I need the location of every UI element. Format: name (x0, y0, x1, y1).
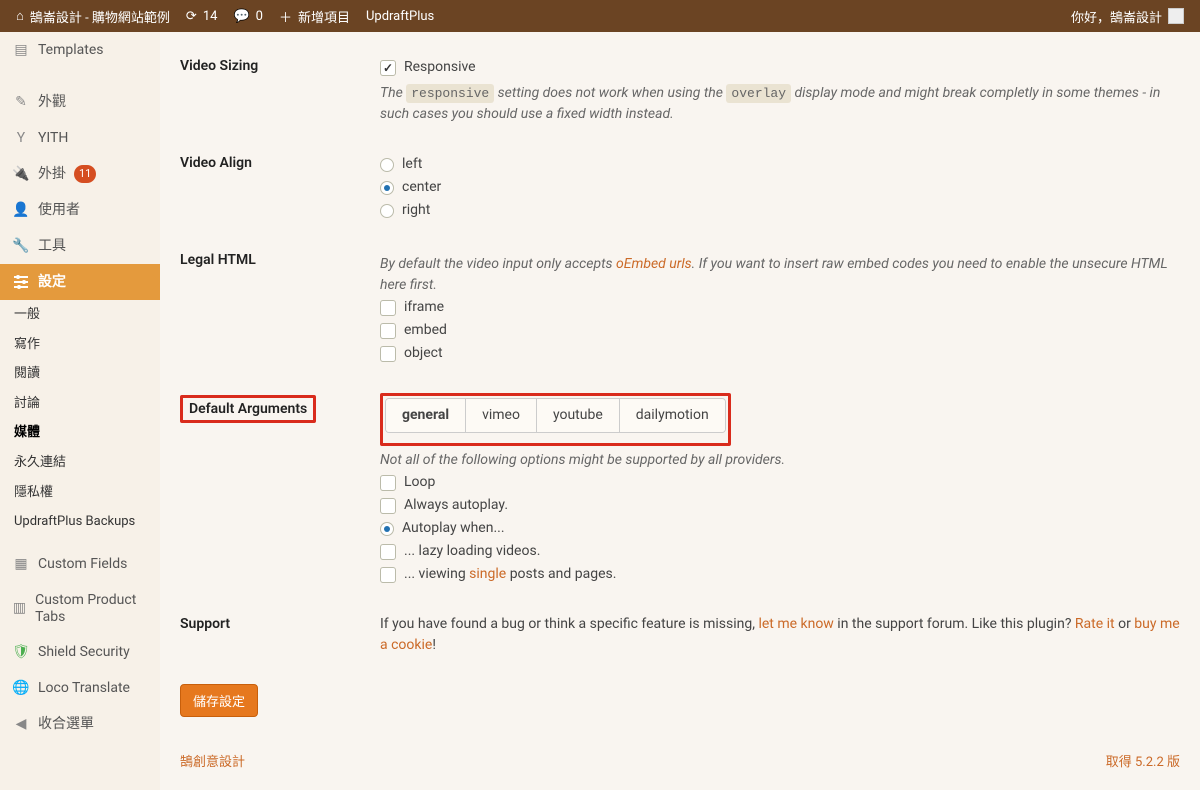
checkbox-viewing-single[interactable] (380, 567, 396, 583)
row-video-align: Video Align left center right (180, 139, 1180, 236)
tab-vimeo[interactable]: vimeo (466, 399, 537, 432)
sidebar-item-yith[interactable]: Y YITH (0, 120, 160, 156)
link-let-me-know[interactable]: let me know (758, 616, 833, 632)
sidebar-item-loco[interactable]: 🌐 Loco Translate (0, 670, 160, 706)
sidebar-item-custom-fields[interactable]: ▦ Custom Fields (0, 547, 160, 583)
sidebar-sub-permalinks[interactable]: 永久連結 (0, 448, 160, 478)
default-args-desc: Not all of the following options might b… (380, 450, 1180, 471)
footer: 鵠創意設計 取得 5.2.2 版 (180, 731, 1180, 770)
tab-youtube[interactable]: youtube (537, 399, 620, 432)
sidebar-sub-writing[interactable]: 寫作 (0, 330, 160, 360)
layers-icon: ▤ (12, 41, 30, 59)
default-args-tabs: general vimeo youtube dailymotion (385, 398, 726, 433)
sidebar-submenu: 一般 寫作 閱讀 討論 媒體 永久連結 隱私權 UpdraftPlus Back… (0, 300, 160, 537)
user-icon: 👤 (12, 201, 30, 219)
row-legal-html: Legal HTML By default the video input on… (180, 236, 1180, 379)
checkbox-object[interactable] (380, 346, 396, 362)
sidebar-item-users[interactable]: 👤 使用者 (0, 192, 160, 228)
fields-icon: ▦ (12, 556, 30, 574)
sidebar-sub-discussion[interactable]: 討論 (0, 389, 160, 419)
new-label: 新增項目 (298, 7, 350, 26)
sidebar-collapse[interactable]: ◀ 收合選單 (0, 706, 160, 742)
sidebar-item-templates[interactable]: ▤ Templates (0, 32, 160, 68)
footer-version[interactable]: 取得 5.2.2 版 (1106, 751, 1180, 770)
sidebar-item-tools[interactable]: 🔧 工具 (0, 228, 160, 264)
radio-align-center[interactable] (380, 181, 394, 195)
updates-count: 14 (203, 9, 218, 24)
collapse-icon: ◀ (12, 715, 30, 733)
update-badge: 11 (74, 165, 96, 183)
brush-icon: ✎ (12, 93, 30, 111)
sidebar-item-settings[interactable]: 設定 (0, 264, 160, 300)
yith-icon: Y (12, 129, 30, 147)
adminbar-comments[interactable]: 💬 0 (225, 0, 271, 32)
label-support: Support (180, 614, 380, 632)
comments-count: 0 (256, 9, 263, 24)
home-icon: ⌂ (16, 8, 24, 24)
row-support: Support If you have found a bug or think… (180, 600, 1180, 670)
sidebar-sub-media[interactable]: 媒體 (0, 418, 160, 448)
highlight-tabs: general vimeo youtube dailymotion (380, 393, 731, 446)
sidebar-sub-updraft[interactable]: UpdraftPlus Backups (0, 507, 160, 537)
checkbox-responsive[interactable] (380, 60, 396, 76)
highlight-default-args: Default Arguments (180, 395, 316, 423)
video-sizing-desc: The responsive setting does not work whe… (380, 83, 1180, 125)
avatar-icon (1168, 8, 1184, 24)
checkbox-lazy[interactable] (380, 544, 396, 560)
link-single[interactable]: single (469, 566, 506, 582)
plug-icon: 🔌 (12, 165, 30, 183)
checkbox-iframe[interactable] (380, 300, 396, 316)
sidebar-sub-reading[interactable]: 閱讀 (0, 359, 160, 389)
tab-dailymotion[interactable]: dailymotion (620, 399, 725, 432)
adminbar-user[interactable]: 你好，鵠崙設計 (1063, 0, 1192, 32)
admin-sidebar: ▤ Templates ✎ 外觀 Y YITH 🔌 外掛 11 👤 使用者 🔧 … (0, 32, 160, 790)
link-rate-it[interactable]: Rate it (1075, 616, 1115, 632)
site-title: 鵠崙設計 - 購物網站範例 (30, 7, 170, 26)
sidebar-item-plugins[interactable]: 🔌 外掛 11 (0, 156, 160, 192)
refresh-icon: ⟳ (186, 9, 197, 24)
greeting: 你好，鵠崙設計 (1071, 7, 1162, 26)
radio-autoplay-when[interactable] (380, 522, 394, 536)
admin-bar: ⌂ 鵠崙設計 - 購物網站範例 ⟳ 14 💬 0 ＋ 新增項目 UpdraftP… (0, 0, 1200, 32)
checkbox-embed[interactable] (380, 323, 396, 339)
sidebar-item-shield[interactable]: 🛡 Shield Security (0, 634, 160, 670)
checkbox-loop[interactable] (380, 475, 396, 491)
row-default-args: Default Arguments general vimeo youtube … (180, 379, 1180, 600)
settings-form: Video Sizing Responsive The responsive s… (160, 32, 1200, 790)
tabs-icon: ▥ (12, 600, 27, 618)
plus-icon: ＋ (279, 7, 292, 26)
adminbar-new[interactable]: ＋ 新增項目 (271, 0, 358, 32)
responsive-label: Responsive (404, 57, 476, 78)
sidebar-sub-privacy[interactable]: 隱私權 (0, 478, 160, 508)
support-text: If you have found a bug or think a speci… (380, 614, 1180, 656)
link-oembed[interactable]: oEmbed urls (616, 256, 692, 272)
legal-html-desc: By default the video input only accepts … (380, 254, 1180, 296)
shield-icon: 🛡 (12, 643, 30, 661)
slider-icon (12, 273, 30, 291)
label-video-sizing: Video Sizing (180, 56, 380, 74)
translate-icon: 🌐 (12, 679, 30, 697)
sidebar-sub-general[interactable]: 一般 (0, 300, 160, 330)
adminbar-updates[interactable]: ⟳ 14 (178, 0, 226, 32)
checkbox-always-autoplay[interactable] (380, 498, 396, 514)
sidebar-item-appearance[interactable]: ✎ 外觀 (0, 84, 160, 120)
footer-credit[interactable]: 鵠創意設計 (180, 751, 245, 770)
adminbar-updraft[interactable]: UpdraftPlus (358, 0, 442, 32)
label-legal-html: Legal HTML (180, 250, 380, 268)
save-button[interactable]: 儲存設定 (180, 684, 258, 717)
wrench-icon: 🔧 (12, 237, 30, 255)
tab-general[interactable]: general (386, 399, 466, 432)
comment-icon: 💬 (233, 9, 249, 24)
radio-align-left[interactable] (380, 158, 394, 172)
label-default-args: Default Arguments (189, 401, 307, 417)
radio-align-right[interactable] (380, 204, 394, 218)
sidebar-item-custom-tabs[interactable]: ▥ Custom Product Tabs (0, 583, 160, 635)
label-video-align: Video Align (180, 153, 380, 171)
adminbar-site[interactable]: ⌂ 鵠崙設計 - 購物網站範例 (8, 0, 178, 32)
row-video-sizing: Video Sizing Responsive The responsive s… (180, 42, 1180, 139)
